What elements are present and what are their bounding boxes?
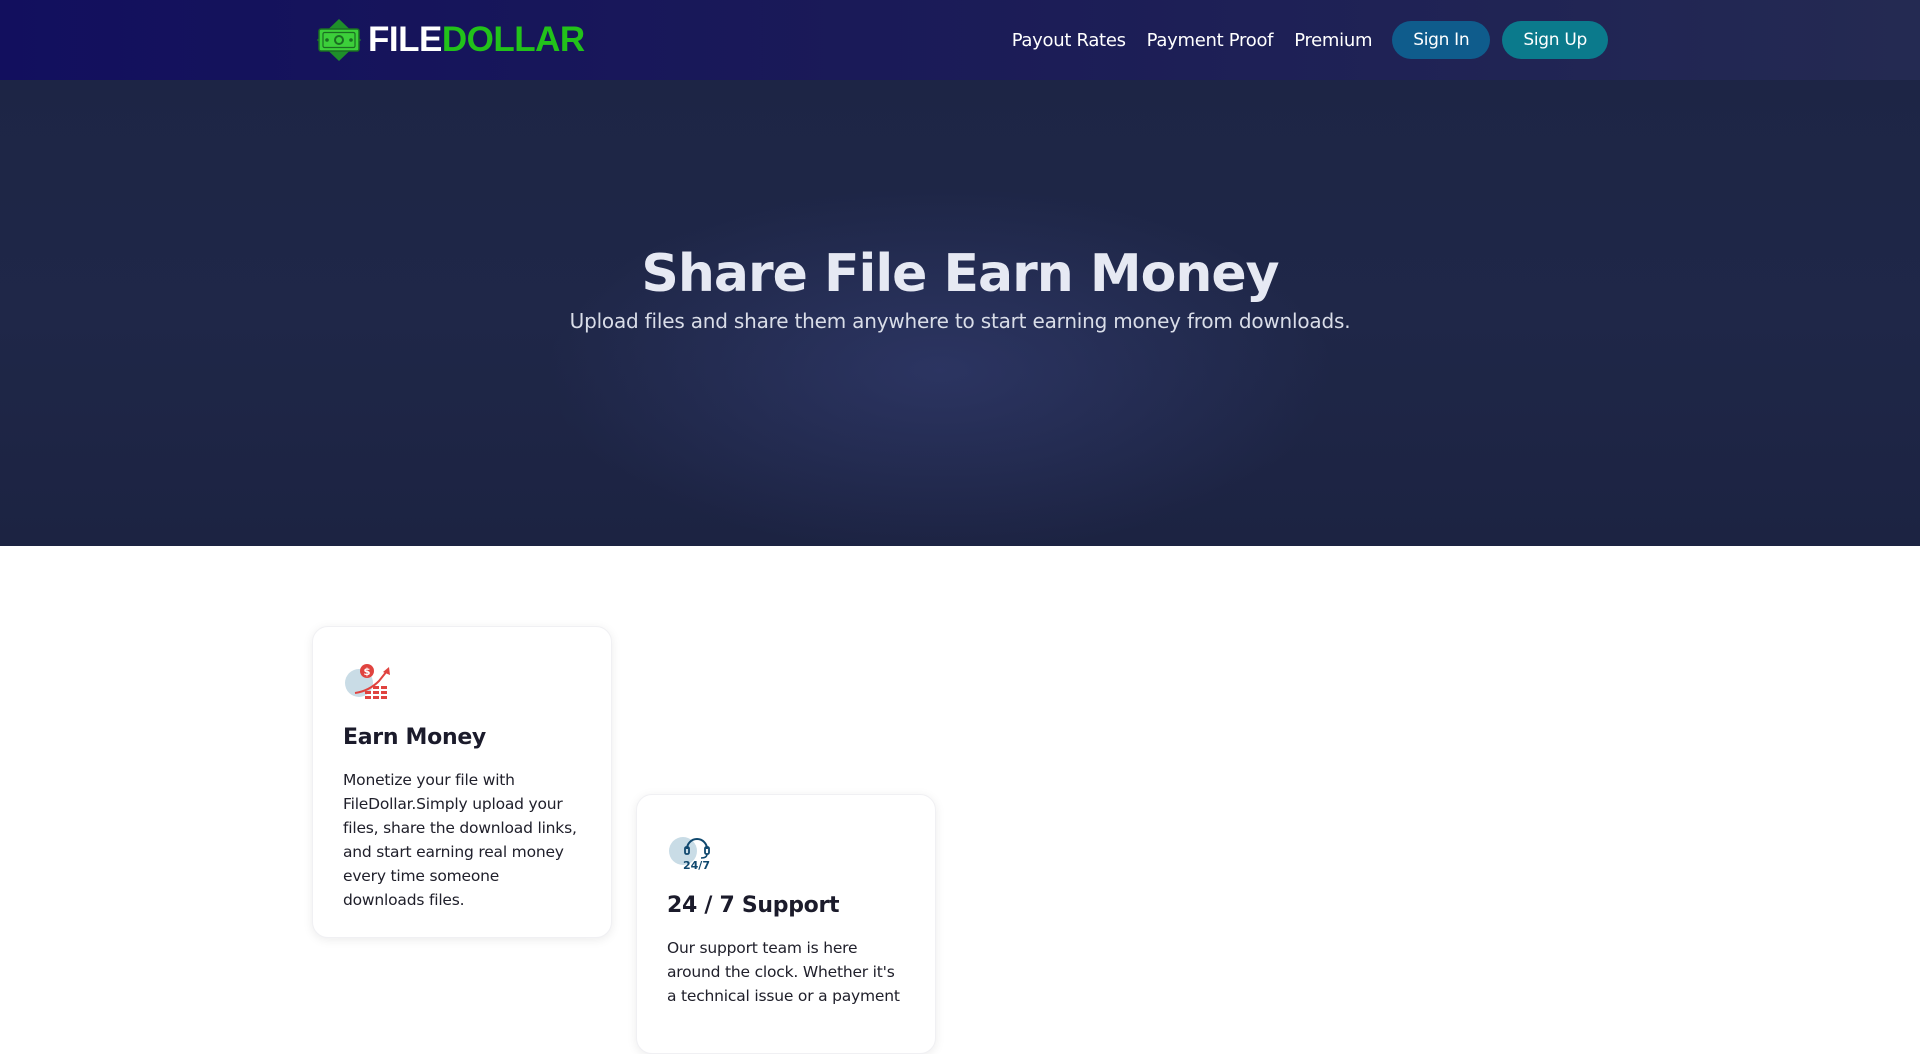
feature-card-earn-money: $ Earn Money Monetize your file with Fil… bbox=[312, 626, 612, 938]
sign-up-button[interactable]: Sign Up bbox=[1502, 21, 1608, 59]
money-bill-icon bbox=[317, 19, 361, 61]
nav-payment-proof[interactable]: Payment Proof bbox=[1147, 30, 1274, 51]
sign-in-button[interactable]: Sign In bbox=[1392, 21, 1491, 59]
hero-title: Share File Earn Money bbox=[641, 244, 1279, 304]
hero-subtitle: Upload files and share them anywhere to … bbox=[569, 309, 1351, 333]
top-navbar: FILEDOLLAR Payout Rates Payment Proof Pr… bbox=[0, 0, 1920, 80]
logo-text-dollar: DOLLAR bbox=[441, 20, 585, 59]
support-24-7-icon: 24/7 bbox=[669, 837, 710, 872]
logo-text-file: FILE bbox=[368, 20, 442, 59]
feature-description: Our support team is here around the cloc… bbox=[667, 939, 900, 1005]
svg-text:24/7: 24/7 bbox=[683, 859, 710, 871]
main-nav: Payout Rates Payment Proof Premium Sign … bbox=[1012, 20, 1608, 60]
nav-premium[interactable]: Premium bbox=[1294, 30, 1372, 51]
hero-section: Share File Earn Money Upload files and s… bbox=[0, 80, 1920, 546]
feature-card-support: 24/7 24 / 7 Support Our support team is … bbox=[636, 794, 936, 1054]
feature-description: Monetize your file with FileDollar.Simpl… bbox=[343, 771, 577, 909]
feature-title: Earn Money bbox=[343, 725, 486, 750]
earn-money-chart-icon: $ bbox=[345, 664, 390, 699]
nav-payout-rates[interactable]: Payout Rates bbox=[1012, 30, 1126, 51]
svg-text:$: $ bbox=[364, 667, 371, 678]
feature-title: 24 / 7 Support bbox=[667, 893, 840, 918]
site-logo[interactable]: FILEDOLLAR bbox=[316, 18, 585, 62]
